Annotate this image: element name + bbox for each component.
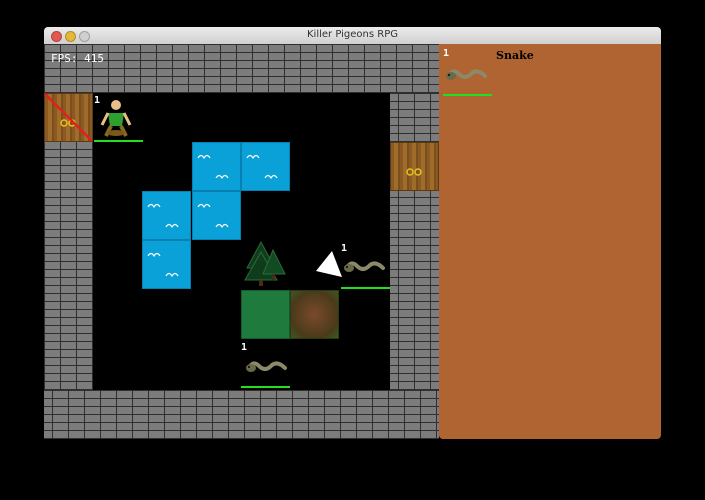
target-cursor-icon [316, 251, 342, 277]
water-tile [192, 191, 241, 240]
game-window: Killer Pigeons RPG 1 1 1 FPS: 415 1 Snak… [44, 27, 661, 439]
water-tile [241, 142, 290, 191]
player-health-bar [94, 140, 143, 142]
snake-sprite-icon[interactable] [341, 254, 387, 280]
water-tile [192, 142, 241, 191]
water-tile [142, 240, 191, 289]
snake-sprite-icon [446, 69, 487, 80]
door-west-locked[interactable] [44, 93, 93, 142]
wall-bottom [44, 390, 439, 439]
title-bar: Killer Pigeons RPG [44, 27, 661, 45]
wall-right [390, 93, 439, 390]
target-level: 1 [443, 48, 450, 59]
pine-tree-icon [244, 240, 286, 286]
target-panel: 1 Snake [439, 44, 661, 439]
target-name: Snake [496, 49, 534, 62]
fps-counter: FPS: 415 [51, 52, 104, 65]
snake-health-bar [341, 287, 390, 289]
window-title: Killer Pigeons RPG [307, 29, 398, 40]
snake-health-bar [241, 386, 290, 388]
hero-sprite-icon[interactable] [99, 99, 133, 137]
snake-sprite-icon[interactable] [243, 354, 289, 380]
dirt-tile [290, 290, 339, 339]
game-map[interactable]: 1 1 1 FPS: 415 [44, 44, 439, 439]
snake-level: 1 [241, 342, 248, 353]
grass-tile [241, 290, 290, 339]
water-tile [142, 191, 191, 240]
door-east[interactable] [390, 142, 439, 191]
target-health-bar [443, 94, 492, 96]
